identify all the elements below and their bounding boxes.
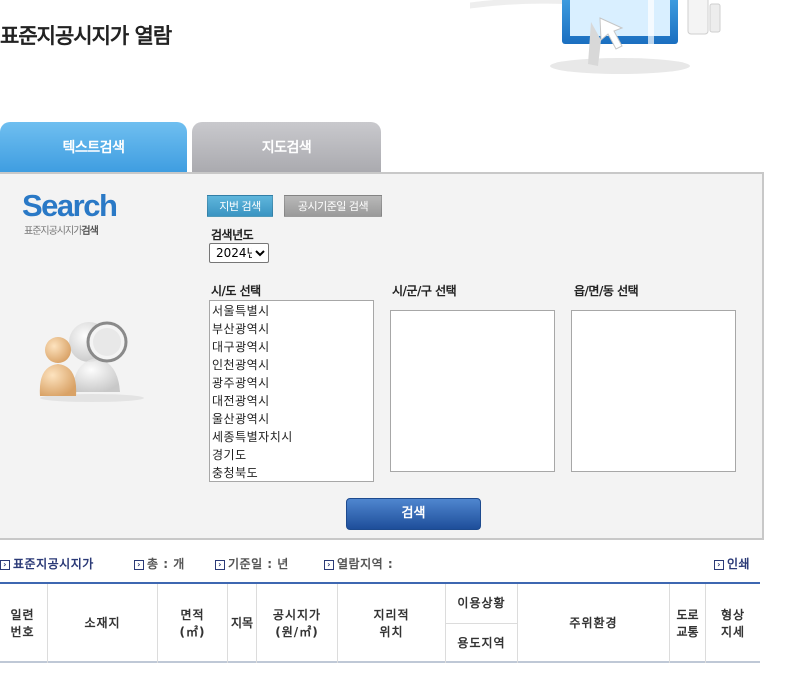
th-usage: 이용상황 — [446, 584, 518, 624]
tab-map-search[interactable]: 지도검색 — [192, 122, 381, 174]
print-link[interactable]: › 인쇄 — [714, 555, 750, 572]
search-panel: Search 표준지공시지가검색 지번 검색 공시기준일 검색 검색년도 202… — [0, 172, 764, 540]
people-magnifier-illustration — [39, 321, 144, 402]
th-location: 지리적 위치 — [338, 584, 446, 663]
search-year-label: 검색년도 — [211, 228, 254, 242]
result-table: 일련 번호 소재지 면적 (㎡) 지목 공시지가 (원/㎡) 지리적 위치 이용… — [0, 582, 760, 663]
chevron-right-icon: › — [134, 560, 144, 570]
chevron-right-icon: › — [324, 560, 334, 570]
search-button[interactable]: 검색 — [346, 498, 481, 530]
sido-listbox[interactable]: 서울특별시 부산광역시 대구광역시 인천광역시 광주광역시 대전광역시 울산광역… — [209, 300, 374, 482]
search-logo-subtitle: 표준지공시지가검색 — [24, 226, 99, 237]
sido-option[interactable]: 부산광역시 — [212, 320, 371, 338]
eupmyeondong-label: 읍/면/동 선택 — [574, 284, 639, 298]
eupmyeondong-listbox[interactable] — [571, 310, 736, 472]
notice-date-search-button[interactable]: 공시기준일 검색 — [284, 195, 382, 217]
result-info-bar: › 표준지공시지가 › 총 : 개 › 기준일 : 년 › 열람지역 : › 인쇄 — [0, 555, 794, 571]
sido-option[interactable]: 울산광역시 — [212, 410, 371, 428]
computer-cursor-illustration — [470, 0, 721, 74]
th-shape: 형상 지세 — [720, 607, 746, 639]
th-surroundings: 주위환경 — [518, 584, 670, 663]
search-logo: Search — [22, 188, 118, 223]
th-address: 소재지 — [48, 584, 158, 663]
sido-option[interactable]: 서울특별시 — [212, 302, 371, 320]
info-total: › 총 : 개 — [134, 555, 185, 572]
sido-option[interactable]: 광주광역시 — [212, 374, 371, 392]
sido-option[interactable]: 대구광역시 — [212, 338, 371, 356]
th-road: 도로 교통 — [670, 584, 706, 663]
sido-option[interactable]: 세종특별자치시 — [212, 428, 371, 446]
chevron-right-icon: › — [0, 560, 10, 570]
tab-text-search[interactable]: 텍스트검색 — [0, 122, 187, 174]
sigungu-listbox[interactable] — [390, 310, 555, 472]
sido-option[interactable]: 인천광역시 — [212, 356, 371, 374]
th-jimok: 지목 — [228, 584, 257, 663]
chevron-right-icon: › — [215, 560, 225, 570]
jibun-search-button[interactable]: 지번 검색 — [207, 195, 273, 217]
th-area: 면적 (㎡) — [158, 584, 228, 663]
chevron-right-icon: › — [714, 560, 724, 570]
sido-label: 시/도 선택 — [211, 284, 261, 298]
sigungu-label: 시/군/구 선택 — [392, 284, 457, 298]
sido-option[interactable]: 경기도 — [212, 446, 371, 464]
info-date: › 기준일 : 년 — [215, 555, 289, 572]
search-year-select[interactable]: 2024년 — [209, 243, 269, 263]
page-title: 표준지공시지가 열람 — [0, 24, 172, 48]
sido-option[interactable]: 충청북도 — [212, 464, 371, 481]
sido-option[interactable]: 대전광역시 — [212, 392, 371, 410]
th-zone: 용도지역 — [446, 624, 518, 663]
info-region: › 열람지역 : — [324, 555, 393, 572]
th-price: 공시지가 (원/㎡) — [257, 584, 338, 663]
th-serial-no: 일련 번호 — [0, 584, 48, 663]
info-title: › 표준지공시지가 — [0, 555, 94, 572]
